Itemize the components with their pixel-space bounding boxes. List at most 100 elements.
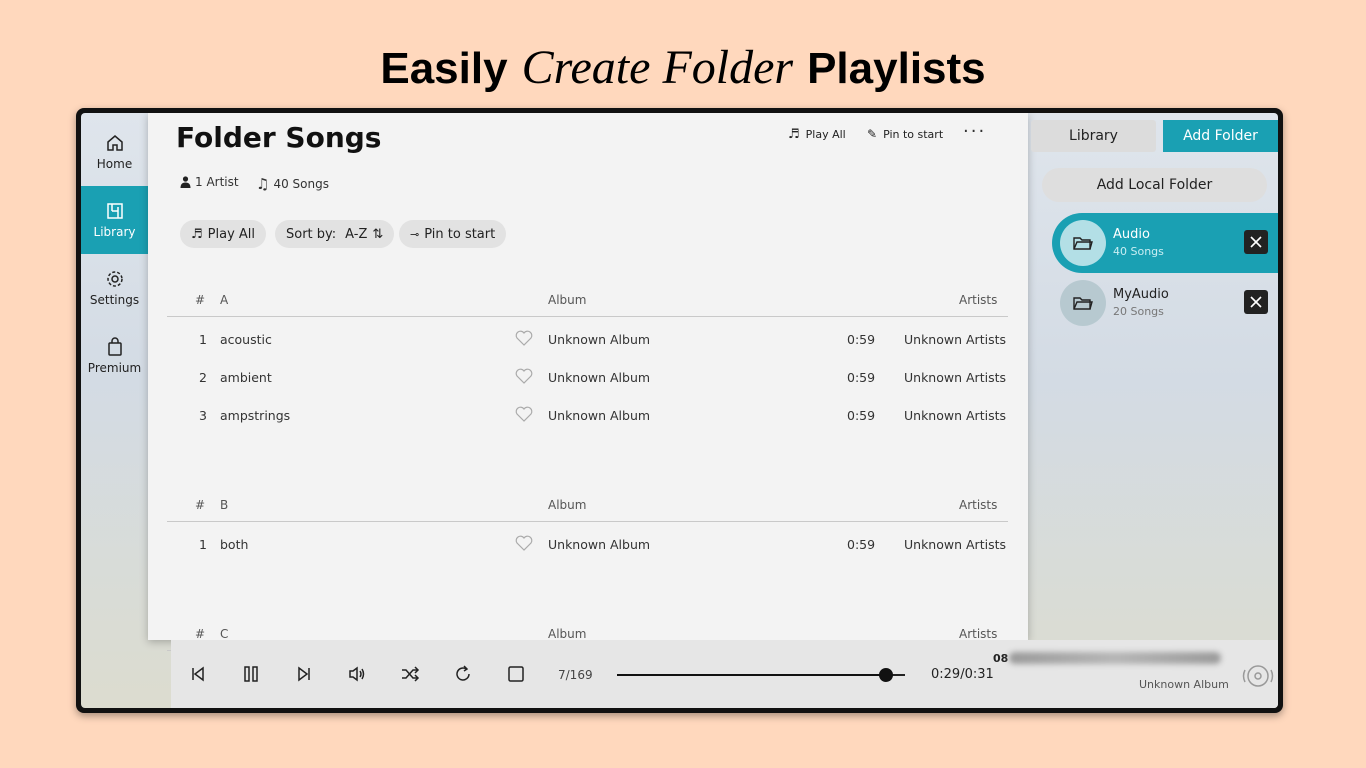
- track-position: 7/169: [558, 668, 593, 682]
- song-section-b: # B Album Artists 1 both Unknown Album 0…: [167, 488, 1008, 565]
- song-count: ♫ 40 Songs: [256, 175, 329, 193]
- song-duration: 0:59: [847, 537, 876, 552]
- nav-label-premium: Premium: [87, 361, 142, 375]
- heart-icon[interactable]: [515, 330, 533, 349]
- folder-name: Audio: [1113, 227, 1150, 242]
- volume-icon[interactable]: [345, 662, 369, 686]
- nav-label-library: Library: [93, 225, 136, 239]
- nav-label-home: Home: [96, 157, 133, 171]
- headline: Easily Create Folder Playlists: [0, 40, 1366, 95]
- headline-part1: Easily: [380, 44, 508, 93]
- playback-time: 0:29/0:31: [931, 667, 994, 682]
- shopping-bag-icon: [107, 337, 122, 356]
- heart-icon[interactable]: [515, 406, 533, 425]
- gear-icon: [106, 271, 123, 287]
- top-play-all-label: Play All: [805, 128, 846, 141]
- folder-song-count: 20 Songs: [1113, 305, 1164, 318]
- more-options-button[interactable]: ···: [963, 121, 986, 142]
- add-local-folder-button[interactable]: Add Local Folder: [1042, 168, 1267, 202]
- player-bar: 7/169 0:29/0:31 08 Unknown Album: [171, 640, 1278, 708]
- heart-icon[interactable]: [515, 535, 533, 554]
- song-album: Unknown Album: [548, 408, 651, 423]
- pause-icon[interactable]: [239, 662, 263, 686]
- now-playing-title-blurred: [1009, 652, 1221, 664]
- music-note-icon: ♫: [256, 175, 270, 193]
- song-duration: 0:59: [847, 408, 876, 423]
- repeat-icon[interactable]: [451, 662, 475, 686]
- playlist-icon: ♬: [788, 127, 800, 142]
- folder-icon: [1060, 280, 1106, 326]
- col-artists: Artists: [959, 627, 998, 641]
- pin-icon: ✎: [867, 127, 878, 141]
- sort-label: Sort by:: [286, 226, 337, 242]
- tab-add-folder[interactable]: Add Folder: [1163, 120, 1278, 152]
- stop-icon[interactable]: [504, 662, 528, 686]
- remove-folder-close-icon[interactable]: [1244, 230, 1268, 254]
- col-album: Album: [548, 293, 587, 307]
- song-title: both: [220, 537, 249, 552]
- song-duration: 0:59: [847, 332, 876, 347]
- table-row[interactable]: 3 ampstrings Unknown Album 0:59 Unknown …: [167, 398, 1008, 436]
- section-letter: A: [220, 293, 229, 307]
- folder-item-myaudio[interactable]: MyAudio 20 Songs: [1052, 273, 1278, 333]
- play-all-button[interactable]: ♬ Play All: [180, 220, 267, 248]
- col-artists: Artists: [959, 293, 998, 307]
- song-artist: Unknown Artists: [904, 332, 1006, 347]
- table-row[interactable]: 1 both Unknown Album 0:59 Unknown Artist…: [167, 527, 1008, 565]
- artist-count: 1 Artist: [180, 175, 239, 189]
- device-frame: Home Library Settings Premium Folder Son…: [76, 108, 1283, 713]
- top-pin-button[interactable]: ✎ Pin to start: [867, 127, 943, 141]
- now-playing-album: Unknown Album: [1139, 678, 1229, 691]
- table-row[interactable]: 2 ambient Unknown Album 0:59 Unknown Art…: [167, 360, 1008, 398]
- section-letter: C: [220, 627, 229, 641]
- headline-part2: Create Folder: [521, 41, 794, 94]
- tab-library[interactable]: Library: [1031, 120, 1156, 152]
- song-count-text: 40 Songs: [273, 177, 329, 191]
- song-album: Unknown Album: [548, 370, 651, 385]
- pin-label: Pin to start: [424, 226, 496, 242]
- folder-item-audio[interactable]: Audio 40 Songs: [1052, 213, 1278, 273]
- row-number: 3: [199, 408, 207, 423]
- folder-songs-panel: Folder Songs 1 Artist ♫ 40 Songs ♬ Play …: [148, 113, 1028, 651]
- nav-item-library[interactable]: Library: [81, 186, 148, 254]
- col-album: Album: [548, 627, 587, 641]
- top-play-all-button[interactable]: ♬ Play All: [788, 127, 846, 142]
- pin-to-start-button[interactable]: ⊸ Pin to start: [399, 220, 507, 248]
- row-number: 2: [199, 370, 207, 385]
- play-all-label: Play All: [207, 226, 256, 242]
- heart-icon[interactable]: [515, 368, 533, 387]
- table-row[interactable]: 1 acoustic Unknown Album 0:59 Unknown Ar…: [167, 322, 1008, 360]
- pin-icon: ⊸: [410, 227, 420, 241]
- song-artist: Unknown Artists: [904, 537, 1006, 552]
- song-duration: 0:59: [847, 370, 876, 385]
- song-album: Unknown Album: [548, 332, 651, 347]
- folder-name: MyAudio: [1113, 287, 1169, 302]
- col-artists: Artists: [959, 498, 998, 512]
- top-pin-label: Pin to start: [883, 127, 944, 141]
- nav-item-settings[interactable]: Settings: [81, 254, 148, 322]
- song-artist: Unknown Artists: [904, 408, 1006, 423]
- sort-button[interactable]: Sort by: A-Z ⇅: [275, 220, 395, 248]
- next-icon[interactable]: [292, 662, 316, 686]
- section-header: # B Album Artists: [167, 488, 1008, 522]
- song-album: Unknown Album: [548, 537, 651, 552]
- previous-icon[interactable]: [186, 662, 210, 686]
- headline-part3: Playlists: [807, 44, 986, 93]
- song-artist: Unknown Artists: [904, 370, 1006, 385]
- nav-item-premium[interactable]: Premium: [81, 322, 148, 390]
- album-art-icon[interactable]: [1240, 658, 1276, 694]
- playlist-icon: ♬: [191, 226, 203, 242]
- sort-icon: ⇅: [372, 226, 384, 242]
- song-section-a: # A Album Artists 1 acoustic Unknown Alb…: [167, 283, 1008, 436]
- col-album: Album: [548, 498, 587, 512]
- now-playing-number: 08: [993, 652, 1009, 665]
- shuffle-icon[interactable]: [398, 662, 422, 686]
- library-icon: [106, 203, 123, 219]
- home-icon: [106, 135, 123, 151]
- remove-folder-close-icon[interactable]: [1244, 290, 1268, 314]
- seek-thumb[interactable]: [879, 668, 894, 682]
- seek-bar[interactable]: [617, 668, 905, 682]
- nav-item-home[interactable]: Home: [81, 118, 148, 186]
- page-title: Folder Songs: [176, 121, 382, 154]
- song-title: ambient: [220, 370, 272, 385]
